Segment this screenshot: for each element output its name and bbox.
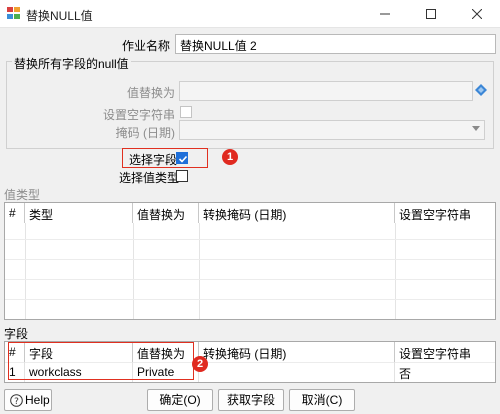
grid-line bbox=[199, 223, 200, 319]
close-icon bbox=[472, 9, 482, 19]
highlight-box-2 bbox=[8, 342, 194, 380]
grid-line bbox=[395, 223, 396, 319]
fields-section-label: 字段 bbox=[4, 327, 29, 341]
column-header[interactable]: 设置空字符串 bbox=[395, 203, 495, 223]
mask-dropdown[interactable] bbox=[179, 120, 485, 140]
select-fields-label: 选择字段 bbox=[129, 153, 178, 167]
svg-text:?: ? bbox=[14, 397, 19, 407]
column-header[interactable]: # bbox=[5, 203, 25, 223]
column-header[interactable]: 设置空字符串 bbox=[395, 342, 495, 362]
column-header[interactable]: 值替换为 bbox=[133, 203, 199, 223]
maximize-icon bbox=[426, 9, 436, 19]
help-button[interactable]: ? Help bbox=[4, 389, 52, 411]
maximize-button[interactable] bbox=[408, 0, 454, 28]
minimize-icon bbox=[380, 13, 390, 15]
variable-diamond-icon[interactable] bbox=[475, 84, 487, 96]
annotation-badge-1: 1 bbox=[222, 149, 238, 165]
select-value-types-label: 选择值类型 bbox=[119, 171, 180, 185]
chevron-down-icon bbox=[472, 126, 480, 131]
title-bar: 替换NULL值 bbox=[0, 0, 500, 28]
table-cell[interactable]: 否 bbox=[395, 362, 495, 382]
app-icon bbox=[7, 7, 20, 19]
help-icon: ? bbox=[10, 394, 23, 407]
grid-line bbox=[5, 279, 495, 280]
grid-line bbox=[5, 259, 495, 260]
cancel-button[interactable]: 取消(C) bbox=[289, 389, 355, 411]
grid-line bbox=[5, 299, 495, 300]
grid-line bbox=[25, 223, 26, 319]
replace-with-label: 值替换为 bbox=[126, 86, 175, 100]
checkmark-icon bbox=[178, 155, 188, 163]
value-types-table[interactable]: # 类型 值替换为 转换掩码 (日期) 设置空字符串 bbox=[4, 202, 496, 320]
ok-button[interactable]: 确定(O) bbox=[147, 389, 213, 411]
replace-with-input[interactable] bbox=[179, 81, 473, 101]
minimize-button[interactable] bbox=[362, 0, 408, 28]
grid-line bbox=[133, 223, 134, 319]
job-name-input[interactable]: 替换NULL值 2 bbox=[175, 34, 496, 54]
job-name-label: 作业名称 bbox=[121, 39, 170, 53]
select-value-types-checkbox[interactable] bbox=[176, 170, 188, 182]
column-header[interactable]: 类型 bbox=[25, 203, 133, 223]
annotation-badge-2: 2 bbox=[192, 356, 208, 372]
column-header[interactable]: 转换掩码 (日期) bbox=[199, 342, 395, 362]
window-title: 替换NULL值 bbox=[26, 9, 93, 23]
replace-all-group-title: 替换所有字段的null值 bbox=[12, 55, 131, 72]
empty-string-checkbox[interactable] bbox=[180, 106, 192, 118]
get-fields-button[interactable]: 获取字段 bbox=[218, 389, 284, 411]
select-fields-checkbox[interactable] bbox=[176, 152, 188, 164]
close-button[interactable] bbox=[454, 0, 500, 28]
table-cell[interactable] bbox=[199, 362, 395, 382]
mask-label: 掩码 (日期) bbox=[115, 126, 175, 140]
grid-line bbox=[5, 239, 495, 240]
empty-string-label: 设置空字符串 bbox=[102, 108, 175, 122]
column-header[interactable]: 转换掩码 (日期) bbox=[199, 203, 395, 223]
value-types-section-label: 值类型 bbox=[4, 188, 41, 202]
help-label: Help bbox=[25, 393, 50, 407]
